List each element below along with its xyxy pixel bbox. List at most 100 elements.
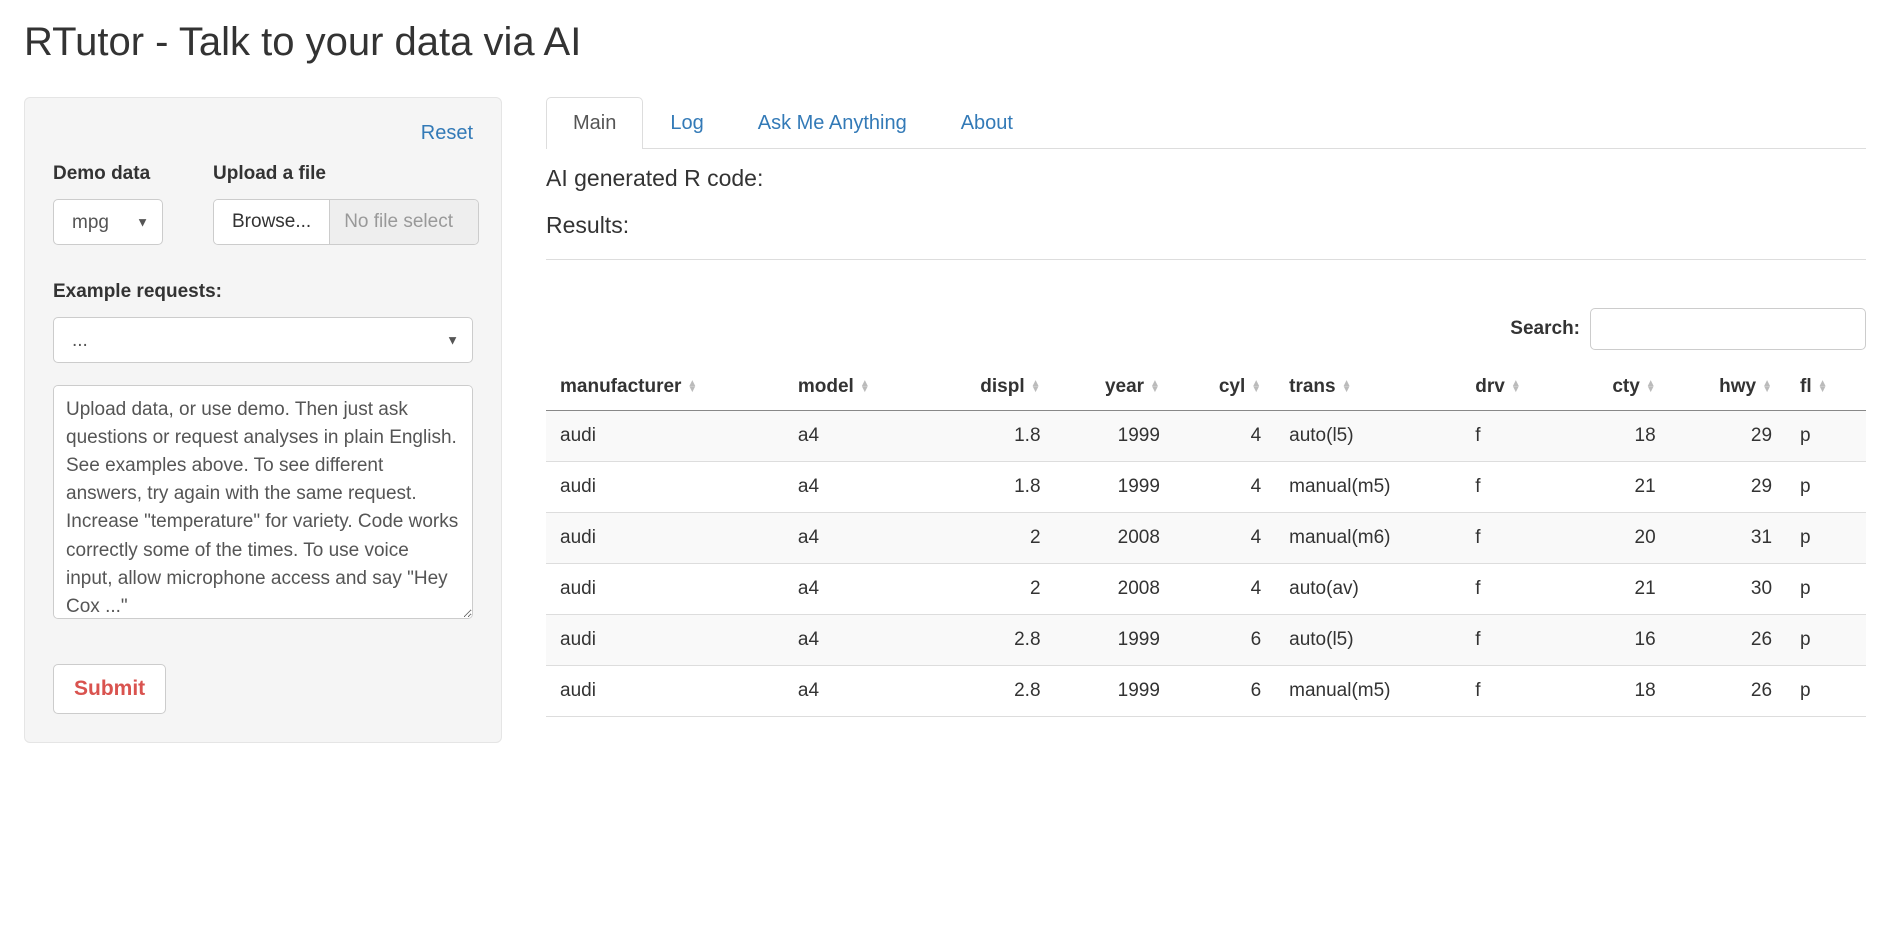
- cell-drv: f: [1461, 411, 1567, 462]
- table-row: audia4220084manual(m6)f2031p: [546, 513, 1866, 564]
- sort-icon: ▲▼: [1150, 381, 1160, 393]
- cell-cyl: 6: [1174, 615, 1275, 666]
- results-heading: Results:: [546, 212, 1866, 239]
- cell-model: a4: [784, 411, 928, 462]
- column-header-drv[interactable]: drv ▲▼: [1461, 364, 1567, 411]
- cell-cty: 16: [1567, 615, 1670, 666]
- example-requests-label: Example requests:: [53, 281, 473, 303]
- sort-icon: ▲▼: [1511, 381, 1521, 393]
- cell-hwy: 29: [1670, 462, 1786, 513]
- page-title: RTutor - Talk to your data via AI: [24, 20, 1866, 65]
- column-header-model[interactable]: model ▲▼: [784, 364, 928, 411]
- cell-displ: 2: [928, 564, 1055, 615]
- ai-code-heading: AI generated R code:: [546, 165, 1866, 192]
- demo-data-select[interactable]: mpg: [53, 199, 163, 245]
- sort-icon: ▲▼: [1031, 381, 1041, 393]
- browse-button[interactable]: Browse...: [214, 200, 330, 244]
- cell-model: a4: [784, 564, 928, 615]
- sort-icon: ▲▼: [860, 381, 870, 393]
- main-content: MainLogAsk Me AnythingAbout AI generated…: [546, 97, 1866, 743]
- cell-fl: p: [1786, 411, 1866, 462]
- table-row: audia4220084auto(av)f2130p: [546, 564, 1866, 615]
- cell-model: a4: [784, 666, 928, 717]
- cell-displ: 1.8: [928, 462, 1055, 513]
- cell-hwy: 30: [1670, 564, 1786, 615]
- table-row: audia41.819994manual(m5)f2129p: [546, 462, 1866, 513]
- column-label: fl: [1800, 376, 1812, 397]
- column-header-trans[interactable]: trans▲▼: [1275, 364, 1461, 411]
- cell-manufacturer: audi: [546, 666, 784, 717]
- column-header-cyl[interactable]: cyl▲▼: [1174, 364, 1275, 411]
- tab-main[interactable]: Main: [546, 97, 643, 149]
- search-input[interactable]: [1590, 308, 1866, 350]
- cell-fl: p: [1786, 564, 1866, 615]
- column-header-manufacturer[interactable]: manufacturer ▲▼: [546, 364, 784, 411]
- cell-hwy: 31: [1670, 513, 1786, 564]
- tabs-nav: MainLogAsk Me AnythingAbout: [546, 97, 1866, 149]
- column-label: model: [798, 376, 854, 397]
- cell-displ: 2.8: [928, 666, 1055, 717]
- column-header-fl[interactable]: fl▲▼: [1786, 364, 1866, 411]
- demo-data-label: Demo data: [53, 163, 163, 185]
- reset-link[interactable]: Reset: [53, 122, 473, 145]
- cell-cty: 18: [1567, 411, 1670, 462]
- cell-cty: 20: [1567, 513, 1670, 564]
- cell-model: a4: [784, 513, 928, 564]
- sidebar-panel: Reset Demo data mpg ▼ Upload a file Brow…: [24, 97, 502, 743]
- cell-year: 1999: [1055, 615, 1174, 666]
- cell-drv: f: [1461, 513, 1567, 564]
- cell-trans: auto(av): [1275, 564, 1461, 615]
- column-header-cty[interactable]: cty▲▼: [1567, 364, 1670, 411]
- cell-cyl: 4: [1174, 411, 1275, 462]
- cell-hwy: 29: [1670, 411, 1786, 462]
- column-label: displ: [980, 376, 1024, 397]
- cell-drv: f: [1461, 564, 1567, 615]
- search-label: Search:: [1510, 318, 1580, 340]
- column-label: drv: [1475, 376, 1505, 397]
- cell-year: 2008: [1055, 564, 1174, 615]
- cell-cty: 18: [1567, 666, 1670, 717]
- cell-fl: p: [1786, 615, 1866, 666]
- cell-model: a4: [784, 462, 928, 513]
- cell-cty: 21: [1567, 462, 1670, 513]
- cell-drv: f: [1461, 666, 1567, 717]
- file-input[interactable]: Browse... No file select: [213, 199, 479, 245]
- column-label: hwy: [1719, 376, 1756, 397]
- column-header-hwy[interactable]: hwy▲▼: [1670, 364, 1786, 411]
- results-table: manufacturer▲▼model▲▼displ▲▼year▲▼cyl▲▼t…: [546, 364, 1866, 717]
- cell-manufacturer: audi: [546, 462, 784, 513]
- cell-drv: f: [1461, 615, 1567, 666]
- cell-trans: manual(m6): [1275, 513, 1461, 564]
- cell-hwy: 26: [1670, 666, 1786, 717]
- sort-icon: ▲▼: [1646, 381, 1656, 393]
- tab-about[interactable]: About: [934, 97, 1040, 149]
- column-label: cyl: [1219, 376, 1245, 397]
- cell-year: 1999: [1055, 666, 1174, 717]
- section-divider: [546, 259, 1866, 260]
- column-label: manufacturer: [560, 376, 681, 397]
- cell-manufacturer: audi: [546, 411, 784, 462]
- cell-manufacturer: audi: [546, 513, 784, 564]
- table-row: audia42.819996auto(l5)f1626p: [546, 615, 1866, 666]
- column-header-year[interactable]: year ▲▼: [1055, 364, 1174, 411]
- cell-cty: 21: [1567, 564, 1670, 615]
- submit-button[interactable]: Submit: [53, 664, 166, 714]
- column-label: year: [1105, 376, 1144, 397]
- cell-fl: p: [1786, 666, 1866, 717]
- cell-trans: auto(l5): [1275, 411, 1461, 462]
- tab-log[interactable]: Log: [643, 97, 730, 149]
- cell-manufacturer: audi: [546, 564, 784, 615]
- tab-ask-me-anything[interactable]: Ask Me Anything: [731, 97, 934, 149]
- cell-displ: 2: [928, 513, 1055, 564]
- cell-hwy: 26: [1670, 615, 1786, 666]
- cell-manufacturer: audi: [546, 615, 784, 666]
- cell-cyl: 4: [1174, 564, 1275, 615]
- upload-file-label: Upload a file: [213, 163, 479, 185]
- example-requests-select[interactable]: ...: [53, 317, 473, 363]
- prompt-textarea[interactable]: [53, 385, 473, 619]
- cell-trans: manual(m5): [1275, 462, 1461, 513]
- cell-cyl: 4: [1174, 462, 1275, 513]
- cell-fl: p: [1786, 513, 1866, 564]
- sort-icon: ▲▼: [687, 381, 697, 393]
- column-header-displ[interactable]: displ ▲▼: [928, 364, 1055, 411]
